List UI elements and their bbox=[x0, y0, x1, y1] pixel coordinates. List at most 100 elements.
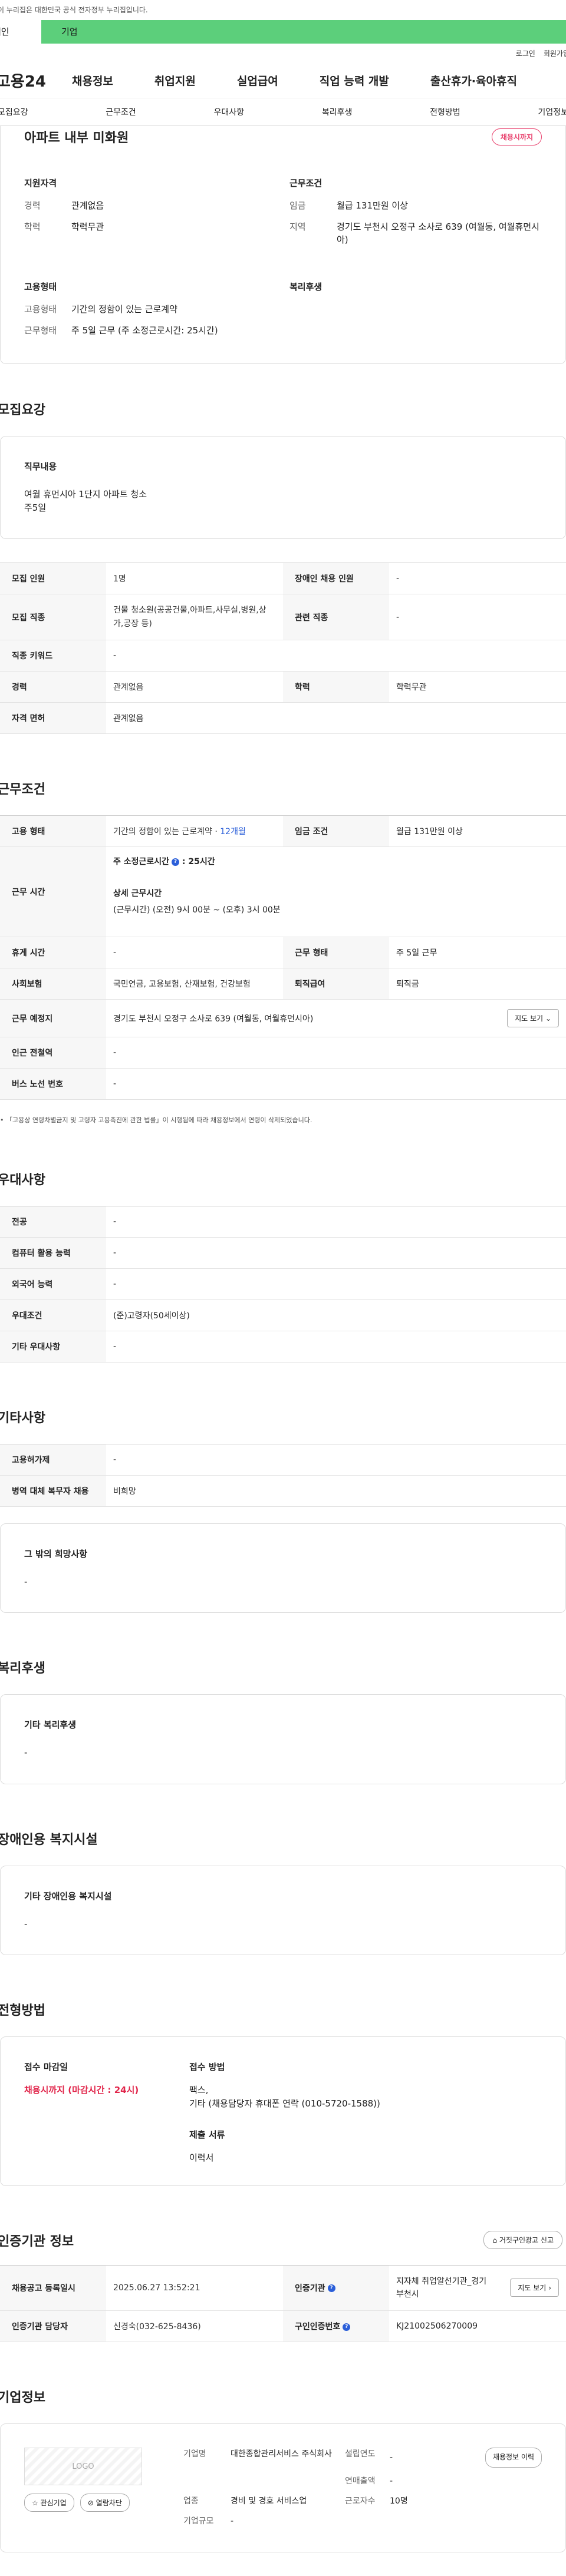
table-row: 외국어 능력 - bbox=[0, 1268, 566, 1301]
table-row: 사회보험 국민연금, 고용보험, 산재보험, 건강보험 퇴직급여 퇴직금 bbox=[0, 968, 566, 1000]
block-icon: ⊘ bbox=[87, 2499, 94, 2508]
cell-label: 기타 우대사항 bbox=[0, 1331, 106, 1363]
section-title-recruit: 모집요강 bbox=[0, 402, 45, 418]
condition-block: 근무조건 임금 월급 131만원 이상 지역 경기도 부천시 오정구 소사로 639… bbox=[289, 177, 542, 254]
table-row: 기타 우대사항 - bbox=[0, 1331, 566, 1363]
deadline-value: 채용시까지 (마감시간 : 24시) bbox=[24, 2084, 139, 2095]
other-wishes-box: 그 밖의 희망사항 - bbox=[0, 1523, 566, 1613]
company-industry: 경비 및 경호 서비스업 bbox=[231, 2496, 307, 2506]
subnav-selection[interactable]: 전형방법 bbox=[430, 106, 460, 118]
section-nav: 모집요강 근무조건 우대사항 복리후생 전형방법 기업정보 bbox=[0, 98, 566, 126]
work-table: 고용 형태 기간의 정함이 있는 근로계약 · 12개월 임금 조건 월급 13… bbox=[0, 815, 566, 1100]
table-row: 컴퓨터 활용 능력 - bbox=[0, 1237, 566, 1269]
subnav-preference[interactable]: 우대사항 bbox=[214, 106, 245, 118]
cell-value: - bbox=[106, 937, 283, 969]
cell-value: - bbox=[106, 1331, 566, 1363]
company-logo: LOGO bbox=[24, 2448, 142, 2486]
cert-map-button[interactable]: 지도 보기 › bbox=[510, 2279, 559, 2297]
star-icon: ☆ bbox=[32, 2499, 38, 2508]
method-title: 접수 방법 bbox=[189, 2061, 225, 2072]
cell-label: 채용공고 등록일시 bbox=[0, 2265, 106, 2312]
cell-value: - bbox=[106, 1268, 566, 1301]
table-row: 인증기관 담당자 신경숙(032-625-8436) 구인인증번호? KJ210… bbox=[0, 2310, 566, 2343]
info-icon[interactable]: ? bbox=[327, 2284, 335, 2293]
cell-label: 인증기관? bbox=[283, 2265, 389, 2312]
cell-value: 신경숙(032-625-8436) bbox=[106, 2310, 283, 2343]
report-false-ad-button[interactable]: ⌂ 거짓구인광고 신고 bbox=[483, 2231, 562, 2250]
block-view-button[interactable]: ⊘ 열람차단 bbox=[80, 2494, 130, 2512]
job-description-text: 여월 휴먼시아 1단지 아파트 청소 주5일 bbox=[24, 488, 147, 513]
age-note: • 「고용상 연령차별금지 및 고령자 고용촉진에 관한 법률」이 시행됨에 따… bbox=[0, 1116, 312, 1125]
subnav-recruit[interactable]: 모집요강 bbox=[0, 106, 28, 118]
emp-value: 주 5일 근무 (주 소정근로시간: 25시간) bbox=[71, 325, 218, 336]
join-link[interactable]: 회원가입 bbox=[544, 48, 566, 58]
favorite-company-button[interactable]: ☆ 관심기업 bbox=[24, 2494, 74, 2512]
welfare-title: 복리후생 bbox=[289, 282, 323, 293]
cond-label: 임금 bbox=[289, 200, 306, 211]
table-row: 인근 전철역 - bbox=[0, 1037, 566, 1069]
info-icon[interactable]: ? bbox=[172, 858, 180, 866]
company-info-grid: 기업명 대한종합관리서비스 주식회사 설립연도 - 채용정보 이력 연매출액 - … bbox=[183, 2448, 542, 2528]
subnav-welfare[interactable]: 복리후생 bbox=[322, 106, 353, 118]
cell-label: 우대조건 bbox=[0, 1299, 106, 1332]
cell-value: 학력무관 bbox=[389, 671, 566, 703]
qual-value: 관계없음 bbox=[71, 200, 104, 211]
gnb-item-leave[interactable]: 출산휴가·육아휴직 bbox=[430, 72, 517, 88]
subnav-conditions[interactable]: 근무조건 bbox=[106, 106, 136, 118]
qualification-block: 지원자격 경력 관계없음 학력 학력무관 bbox=[24, 177, 289, 254]
cell-label: 병역 대체 복무자 채용 bbox=[0, 1475, 106, 1507]
cell-value: 주 소정근로시간? : 25시간 상세 근무시간 (근무시간) (오전) 9시 … bbox=[106, 846, 566, 938]
cell-label: 인근 전철역 bbox=[0, 1037, 106, 1069]
cell-value: - bbox=[389, 563, 566, 595]
gnb-item-jobs[interactable]: 채용정보 bbox=[72, 72, 113, 88]
cell-label: 장애인 채용 인원 bbox=[283, 563, 389, 595]
cell-label: 고용허가제 bbox=[0, 1444, 106, 1476]
cell-label: 외국어 능력 bbox=[0, 1268, 106, 1301]
tab-personal[interactable]: 개인 bbox=[0, 20, 41, 44]
cell-value: KJ21002506270009 bbox=[389, 2310, 566, 2343]
utility-links: 로그인 회원가입 bbox=[0, 44, 566, 62]
cell-label: 근무 예정지 bbox=[0, 999, 106, 1038]
cell-value: - bbox=[106, 1068, 566, 1100]
table-row: 우대조건 (준)고령자(50세이상) bbox=[0, 1299, 566, 1332]
subnav-company[interactable]: 기업정보 bbox=[538, 106, 566, 118]
company-label: 기업명 bbox=[183, 2449, 206, 2459]
disabled-box-text: - bbox=[24, 1918, 28, 1929]
cell-value: - bbox=[106, 1237, 566, 1269]
job-title: 아파트 내부 미화원 bbox=[24, 131, 129, 146]
company-employees: 10명 bbox=[390, 2496, 408, 2506]
tab-company[interactable]: 기업 bbox=[41, 20, 78, 44]
cell-label: 모집 인원 bbox=[0, 563, 106, 595]
home-icon: ⌂ bbox=[492, 2236, 498, 2245]
cert-org: 지자체 취업알선기관_경기 부천시 bbox=[396, 2276, 487, 2299]
login-link[interactable]: 로그인 bbox=[516, 48, 535, 58]
job-history-button[interactable]: 채용정보 이력 bbox=[485, 2448, 542, 2468]
welfare-box: 기타 복리후생 - bbox=[0, 1694, 566, 1784]
table-row: 직종 키워드 - bbox=[0, 640, 566, 672]
gnb-item-employment-support[interactable]: 취업지원 bbox=[154, 72, 196, 88]
other-wishes-title: 그 밖의 희망사항 bbox=[24, 1549, 88, 1560]
work-address: 경기도 부천시 오정구 소사로 639 (여월동, 여월휴먼시아) bbox=[113, 1014, 314, 1024]
company-logo-block: LOGO ☆ 관심기업 ⊘ 열람차단 bbox=[24, 2448, 183, 2528]
cell-value: 관계없음 bbox=[106, 702, 566, 735]
cell-value: - bbox=[389, 594, 566, 641]
emp-label: 근무형태 bbox=[24, 325, 57, 336]
gnb-item-training[interactable]: 직업 능력 개발 bbox=[320, 72, 389, 88]
cell-value: 주 5일 근무 bbox=[389, 937, 566, 969]
map-view-button[interactable]: 지도 보기 ⌄ bbox=[507, 1009, 559, 1028]
docs-title: 제출 서류 bbox=[189, 2129, 225, 2141]
contract-months: 12개월 bbox=[220, 827, 246, 837]
site-logo[interactable]: 고용24 bbox=[0, 70, 72, 91]
table-row: 고용허가제 - bbox=[0, 1444, 566, 1476]
detail-hours-value: (근무시간) (오전) 9시 00분 ~ (오후) 3시 00분 bbox=[113, 905, 281, 915]
table-row: 경력 관계없음 학력 학력무관 bbox=[0, 671, 566, 703]
company-sales: - bbox=[390, 2476, 393, 2486]
company-card: LOGO ☆ 관심기업 ⊘ 열람차단 기업명 대한종합관리서비스 주식회사 설립… bbox=[0, 2423, 566, 2552]
company-size: - bbox=[231, 2517, 234, 2527]
table-row: 모집 직종 건물 청소원(공공건물,아파트,사무실,병원,상가,공장 등) 관련… bbox=[0, 594, 566, 641]
weekly-hours-value: : 25시간 bbox=[182, 857, 215, 867]
docs-value: 이력서 bbox=[189, 2152, 214, 2164]
cell-label: 관련 직종 bbox=[283, 594, 389, 641]
employment-block: 고용형태 고용형태 기간의 정함이 있는 근로계약 근무형태 주 5일 근무 (주 … bbox=[24, 280, 289, 346]
gnb-item-unemployment[interactable]: 실업급여 bbox=[237, 72, 278, 88]
